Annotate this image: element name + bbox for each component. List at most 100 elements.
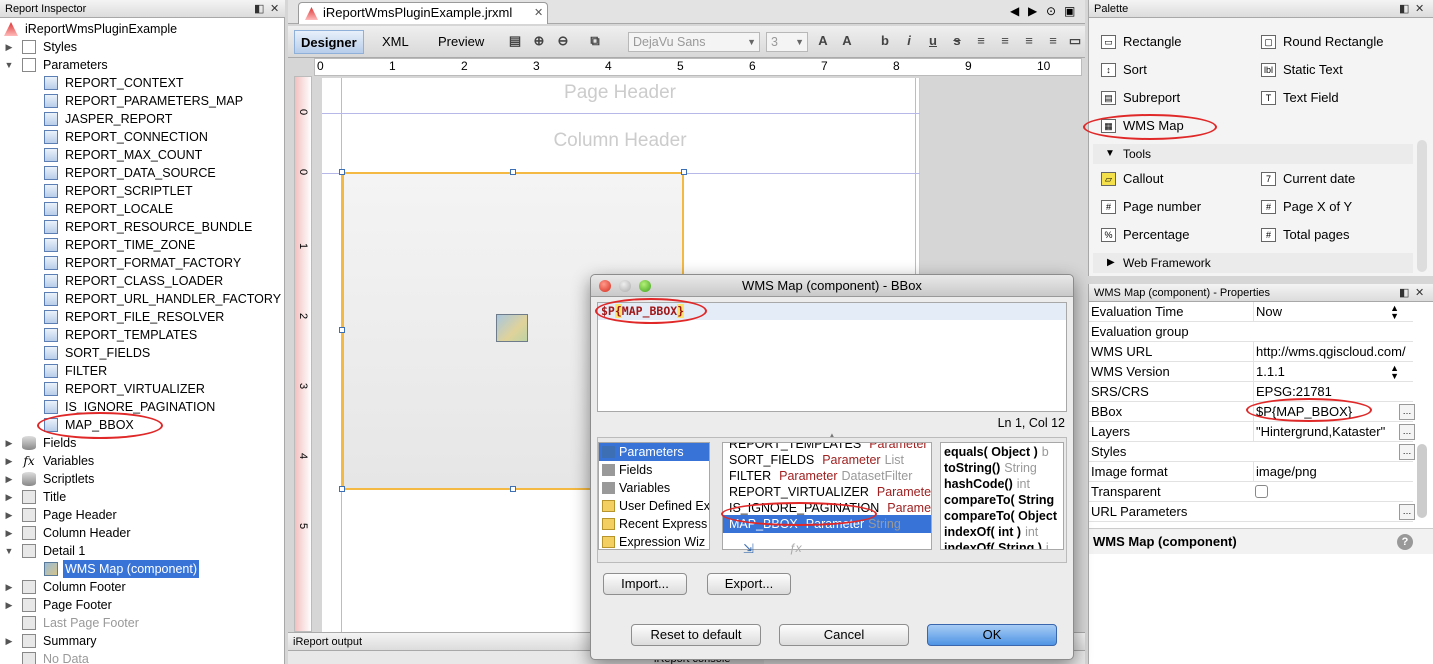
align-left-icon[interactable]: ≡ — [972, 32, 990, 50]
palette-tool-item[interactable]: # Total pages — [1255, 223, 1405, 247]
tab-preview[interactable]: Preview — [432, 30, 490, 54]
palette-scrollbar[interactable] — [1417, 140, 1427, 272]
property-row[interactable]: SRS/CRS EPSG:21781 — [1089, 382, 1413, 402]
font-name-select[interactable]: DejaVu Sans ▼ — [628, 32, 760, 52]
decrease-font-icon[interactable]: A — [838, 32, 856, 50]
chevron-right-icon[interactable]: ▶ — [4, 632, 14, 650]
strikethrough-icon[interactable]: s — [948, 32, 966, 50]
align-right-icon[interactable]: ≡ — [1020, 32, 1038, 50]
property-row[interactable]: Image format image/png — [1089, 462, 1413, 482]
tree-item-parameter[interactable]: REPORT_DATA_SOURCE — [0, 164, 285, 182]
chevron-right-icon[interactable]: ▶ — [4, 470, 14, 488]
property-row[interactable]: URL Parameters… — [1089, 502, 1415, 522]
tree-item-band[interactable]: Last Page Footer — [0, 614, 285, 632]
italic-icon[interactable]: i — [900, 32, 918, 50]
select-icon[interactable]: ▤ — [506, 32, 524, 50]
palette-item[interactable]: ▭ Rectangle — [1095, 30, 1245, 54]
tree-item-parameter[interactable]: REPORT_LOCALE — [0, 200, 285, 218]
palette-item[interactable]: lbl Static Text — [1255, 58, 1405, 82]
tree-item-band[interactable]: ▶ Page Header — [0, 506, 285, 524]
zoom-button[interactable] — [639, 280, 651, 292]
help-icon[interactable]: ? — [1397, 534, 1413, 550]
property-value[interactable]: image/png — [1253, 462, 1408, 482]
close-icon[interactable]: ✕ — [1415, 0, 1424, 18]
more-icon[interactable]: ▭ — [1066, 32, 1084, 50]
tree-item-parameter[interactable]: REPORT_FORMAT_FACTORY — [0, 254, 285, 272]
document-tab[interactable]: iReportWmsPluginExample.jrxml ✕ — [298, 2, 548, 24]
bold-icon[interactable]: b — [876, 32, 894, 50]
ellipsis-button[interactable]: … — [1399, 504, 1415, 520]
palette-tool-item[interactable]: ▱ Callout — [1095, 167, 1245, 191]
tree-root[interactable]: iReportWmsPluginExample — [0, 20, 285, 38]
palette-item[interactable]: T Text Field — [1255, 86, 1405, 110]
ellipsis-button[interactable]: … — [1399, 444, 1415, 460]
chevron-right-icon[interactable]: ▶ — [4, 506, 14, 524]
tree-item-detail[interactable]: ▼ Detail 1 — [0, 542, 285, 560]
scroll-left-icon[interactable]: ◀ — [1010, 4, 1019, 18]
object-list[interactable]: REPORT_TEMPLATES Parameter SORT_FIELDS Para… — [722, 442, 932, 550]
resize-handle[interactable] — [681, 169, 687, 175]
tree-item-fields[interactable]: ▶ Fields — [0, 434, 285, 452]
tree-item-parameter[interactable]: REPORT_CONTEXT — [0, 74, 285, 92]
tree-item-parameter[interactable]: REPORT_VIRTUALIZER — [0, 380, 285, 398]
spinner-icon[interactable]: ▲ ▼ — [1390, 364, 1399, 381]
tree-item-parameter[interactable]: REPORT_RESOURCE_BUNDLE — [0, 218, 285, 236]
tree-item-parameter[interactable]: FILTER — [0, 362, 285, 380]
reset-to-default-button[interactable]: Reset to default — [631, 624, 761, 646]
palette-tool-item[interactable]: # Page number — [1095, 195, 1245, 219]
property-value[interactable]: http://wms.qgiscloud.com/ — [1253, 342, 1408, 362]
tree-item-parameter[interactable]: REPORT_SCRIPTLET — [0, 182, 285, 200]
ok-button[interactable]: OK — [927, 624, 1057, 646]
tree-item-parameters[interactable]: ▼ Parameters — [0, 56, 285, 74]
resize-handle[interactable] — [510, 169, 516, 175]
tree-item-parameter[interactable]: IS_IGNORE_PAGINATION — [0, 398, 285, 416]
chevron-down-icon[interactable]: ▼ — [4, 542, 14, 560]
tree-item-parameter[interactable]: REPORT_TIME_ZONE — [0, 236, 285, 254]
align-justify-icon[interactable]: ≡ — [1044, 32, 1062, 50]
resize-handle[interactable] — [510, 486, 516, 492]
property-row[interactable]: Styles… — [1089, 442, 1415, 462]
tree-item-scriptlets[interactable]: ▶ Scriptlets — [0, 470, 285, 488]
property-row[interactable]: WMS Version 1.1.1 ▲ ▼ — [1089, 362, 1413, 382]
chevron-right-icon[interactable]: ▶ — [4, 596, 14, 614]
property-row[interactable]: WMS URL http://wms.qgiscloud.com/ — [1089, 342, 1413, 362]
category-list[interactable]: Parameters Fields Variables User Defined Ex… — [598, 442, 710, 550]
resize-handle[interactable] — [339, 486, 345, 492]
close-icon[interactable]: ✕ — [1415, 284, 1424, 302]
chevron-right-icon[interactable]: ▶ — [4, 578, 14, 596]
tree-item-band[interactable]: ▶ Column Header — [0, 524, 285, 542]
insert-function-icon[interactable]: ƒx — [789, 541, 802, 555]
ellipsis-button[interactable]: … — [1399, 424, 1415, 440]
minimize-button[interactable] — [619, 280, 631, 292]
resize-handle[interactable] — [339, 327, 345, 333]
chevron-right-icon[interactable]: ▶ — [4, 488, 14, 506]
minimize-icon[interactable]: ◧ — [254, 0, 264, 18]
category-item[interactable]: User Defined Ex — [599, 497, 709, 515]
tree-item-parameter[interactable]: SORT_FIELDS — [0, 344, 285, 362]
property-row[interactable]: Evaluation group — [1089, 322, 1413, 342]
tree-item-band[interactable]: ▶ Title — [0, 488, 285, 506]
category-item[interactable]: Parameters — [599, 443, 709, 461]
tab-close-icon[interactable]: ✕ — [534, 3, 543, 23]
property-row[interactable]: Transparent — [1089, 482, 1413, 502]
palette-item[interactable]: ▤ Subreport — [1095, 86, 1245, 110]
resize-handle[interactable] — [339, 169, 345, 175]
align-icon[interactable]: ⧉ — [586, 32, 604, 50]
category-item[interactable]: Variables — [599, 479, 709, 497]
transparent-checkbox[interactable] — [1255, 485, 1268, 498]
zoom-out-icon[interactable]: ⊖ — [554, 32, 572, 50]
palette-tool-item[interactable]: # Page X of Y — [1255, 195, 1405, 219]
palette-section-web[interactable]: ▶ Web Framework — [1093, 253, 1413, 273]
tab-list-icon[interactable]: ⊙ — [1046, 4, 1056, 18]
tree-item-variables[interactable]: ▶ fx Variables — [0, 452, 285, 470]
export-button[interactable]: Export... — [707, 573, 791, 595]
tree-item-parameter[interactable]: REPORT_URL_HANDLER_FACTORY — [0, 290, 285, 308]
minimize-icon[interactable]: ◧ — [1399, 284, 1409, 302]
tree-item-parameter[interactable]: REPORT_FILE_RESOLVER — [0, 308, 285, 326]
palette-item[interactable]: ↕ Sort — [1095, 58, 1245, 82]
property-row[interactable]: Evaluation Time Now ▲ ▼ — [1089, 302, 1413, 322]
tree-item-parameter[interactable]: REPORT_MAX_COUNT — [0, 146, 285, 164]
property-row[interactable]: Layers "Hintergrund,Kataster"… — [1089, 422, 1415, 442]
chevron-down-icon[interactable]: ▼ — [4, 56, 14, 74]
align-center-icon[interactable]: ≡ — [996, 32, 1014, 50]
